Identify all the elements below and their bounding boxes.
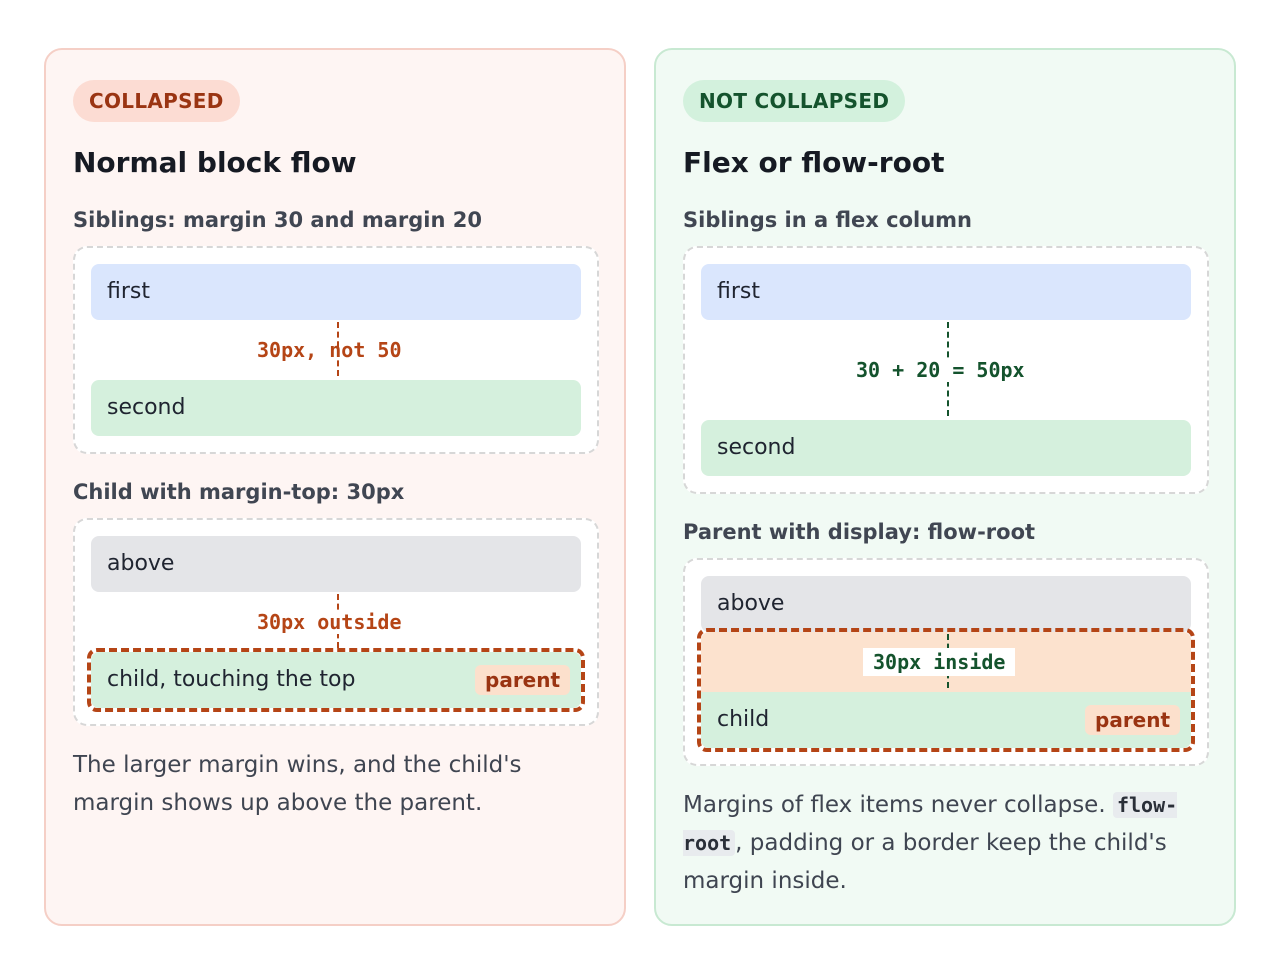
child-margin-demo: above 30px outside child, touching the t…: [73, 518, 599, 726]
caption-text-end: , padding or a border keep the child's m…: [683, 830, 1167, 894]
margin-gap-label: 30 + 20 = 50px: [854, 358, 1027, 382]
not-collapsed-card: NOT COLLAPSED Flex or flow-root Siblings…: [654, 48, 1236, 926]
parent-tag: parent: [475, 665, 571, 695]
first-box: first: [701, 264, 1191, 320]
second-box: second: [701, 420, 1191, 476]
siblings-demo: first 30px, not 50 second: [73, 246, 599, 454]
siblings-heading: Siblings in a flex column: [683, 208, 973, 232]
parent-tag: parent: [1085, 705, 1181, 735]
caption-text-start: Margins of flex items never collapse.: [683, 792, 1113, 818]
not-collapsed-badge: NOT COLLAPSED: [683, 80, 906, 122]
child-heading: Child with margin-top: 30px: [73, 480, 405, 504]
card-title: Normal block flow: [73, 146, 357, 179]
not-collapsed-caption: Margins of flex items never collapse. fl…: [683, 786, 1213, 900]
siblings-heading: Siblings: margin 30 and margin 20: [73, 208, 482, 232]
siblings-demo: first 30 + 20 = 50px second: [683, 246, 1209, 494]
margin-gap-label: 30px outside: [257, 610, 402, 634]
collapsed-caption: The larger margin wins, and the child's …: [73, 752, 522, 816]
collapsed-card: COLLAPSED Normal block flow Siblings: ma…: [44, 48, 626, 926]
margin-gap-label: 30px, not 50: [257, 338, 402, 362]
flow-root-heading: Parent with display: flow-root: [683, 520, 1036, 544]
flow-root-demo: above child 30px inside parent: [683, 558, 1209, 766]
card-title: Flex or flow-root: [683, 146, 945, 179]
above-box: above: [701, 576, 1191, 632]
collapsed-badge: COLLAPSED: [73, 80, 240, 122]
second-box: second: [91, 380, 581, 436]
above-box: above: [91, 536, 581, 592]
first-box: first: [91, 264, 581, 320]
